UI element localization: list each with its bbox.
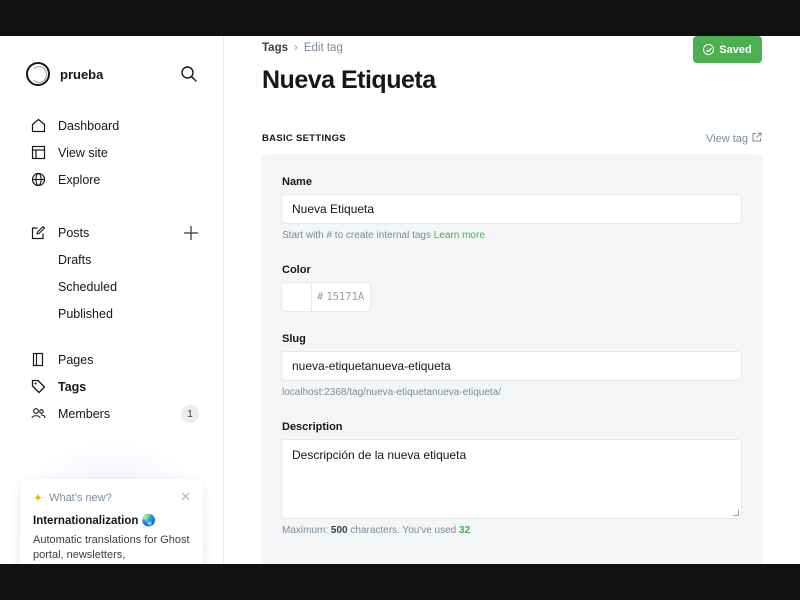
whats-new-body: Automatic translations for Ghost portal,… <box>33 534 190 561</box>
color-swatch[interactable] <box>282 283 312 311</box>
sidebar-item-explore[interactable]: Explore <box>0 166 224 193</box>
sidebar-item-label: Pages <box>58 352 94 367</box>
app-window: prueba Dashboard View site Explore Posts <box>0 36 800 564</box>
basic-settings-panel: Name Nueva Etiqueta Start with # to crea… <box>262 154 762 564</box>
sidebar-item-label: Published <box>58 306 113 321</box>
pages-icon <box>30 352 46 368</box>
breadcrumb-current: Edit tag <box>303 42 343 54</box>
name-hint: Start with # to create internal tags Lea… <box>282 230 485 241</box>
slug-input[interactable]: nueva-etiquetanueva-etiqueta <box>281 351 742 381</box>
description-value: Descripción de la nueva etiqueta <box>292 448 467 462</box>
edit-icon <box>30 225 46 241</box>
description-label: Description <box>282 421 343 433</box>
slug-url-hint: localhost:2368/tag/nueva-etiquetanueva-e… <box>282 387 502 398</box>
color-hash: # <box>317 291 324 303</box>
members-icon <box>30 406 46 422</box>
sidebar-item-view-site[interactable]: View site <box>0 139 224 166</box>
sidebar-item-label: Posts <box>58 225 90 240</box>
desc-hint-mid: characters. You've used <box>350 525 457 536</box>
whats-new-heading-row: ✦ What's new? <box>33 491 190 505</box>
learn-more-link[interactable]: Learn more <box>434 230 485 241</box>
color-input[interactable]: # 15171A <box>281 282 371 312</box>
nav-secondary: Pages Tags Members 1 <box>0 346 224 427</box>
desc-hint-prefix: Maximum: <box>282 525 329 536</box>
name-input[interactable]: Nueva Etiqueta <box>281 194 742 224</box>
tag-icon <box>30 379 46 395</box>
nav-posts: Posts Drafts Scheduled Published <box>0 219 224 327</box>
external-link-icon <box>752 132 762 145</box>
check-circle-icon <box>703 44 715 55</box>
sidebar-item-scheduled[interactable]: Scheduled <box>0 273 224 300</box>
breadcrumb: Tags › Edit tag <box>262 42 343 54</box>
members-count-badge: 1 <box>181 405 199 423</box>
sidebar-item-published[interactable]: Published <box>0 300 224 327</box>
sidebar-item-label: Explore <box>58 172 101 187</box>
whats-new-heading: What's new? <box>49 492 112 504</box>
nav-primary: Dashboard View site Explore <box>0 112 224 193</box>
whats-new-card[interactable]: ✦ What's new? ✕ Internationalization 🌏 A… <box>20 479 203 564</box>
color-label: Color <box>282 264 311 276</box>
sidebar-item-label: Dashboard <box>58 118 120 133</box>
sidebar-item-label: Drafts <box>58 252 92 267</box>
sidebar-item-posts[interactable]: Posts <box>0 219 224 246</box>
name-label: Name <box>282 176 312 188</box>
sidebar-item-dashboard[interactable]: Dashboard <box>0 112 224 139</box>
sidebar-item-label: Scheduled <box>58 279 118 294</box>
view-tag-label: View tag <box>706 132 748 145</box>
brand[interactable]: prueba <box>26 62 103 86</box>
site-logo-icon <box>26 62 50 86</box>
section-label: BASIC SETTINGS <box>262 133 346 144</box>
layout-icon <box>30 145 46 161</box>
new-post-plus-icon[interactable] <box>183 225 199 241</box>
sidebar-item-drafts[interactable]: Drafts <box>0 246 224 273</box>
sparkle-icon: ✦ <box>33 491 44 505</box>
description-textarea[interactable]: Descripción de la nueva etiqueta <box>281 439 742 519</box>
letterbox-bottom <box>0 564 800 600</box>
slug-label: Slug <box>282 333 306 345</box>
chevron-right-icon: › <box>294 42 298 54</box>
close-icon[interactable]: ✕ <box>180 489 191 505</box>
sidebar-item-label: Tags <box>58 379 87 394</box>
name-hint-text: Start with # to create internal tags <box>282 230 431 241</box>
home-icon <box>30 118 46 134</box>
sidebar-item-members[interactable]: Members 1 <box>0 400 224 427</box>
letterbox-top <box>0 0 800 36</box>
desc-max: 500 <box>330 525 348 536</box>
site-name: prueba <box>60 66 104 82</box>
main-content: Tags › Edit tag Saved Nueva Etiqueta BAS… <box>224 36 800 564</box>
sidebar: prueba Dashboard View site Explore Posts <box>0 36 224 564</box>
search-icon[interactable] <box>180 65 198 83</box>
whats-new-title: Internationalization 🌏 <box>33 515 156 527</box>
view-tag-link[interactable]: View tag <box>706 132 762 145</box>
page-title: Nueva Etiqueta <box>262 66 436 94</box>
sidebar-item-pages[interactable]: Pages <box>0 346 224 373</box>
sidebar-item-label: View site <box>58 145 108 160</box>
sidebar-item-label: Members <box>58 406 111 421</box>
saved-label: Saved <box>719 43 752 56</box>
resize-handle-icon[interactable] <box>733 510 739 516</box>
description-hint: Maximum: 500 characters. You've used 32 <box>282 525 470 536</box>
desc-used-count: 32 <box>459 525 471 536</box>
saved-button[interactable]: Saved <box>693 36 762 63</box>
globe-icon <box>30 172 46 188</box>
breadcrumb-tags-link[interactable]: Tags <box>262 42 288 54</box>
sidebar-item-tags[interactable]: Tags <box>0 373 224 400</box>
color-hex-placeholder: 15171A <box>326 291 365 303</box>
